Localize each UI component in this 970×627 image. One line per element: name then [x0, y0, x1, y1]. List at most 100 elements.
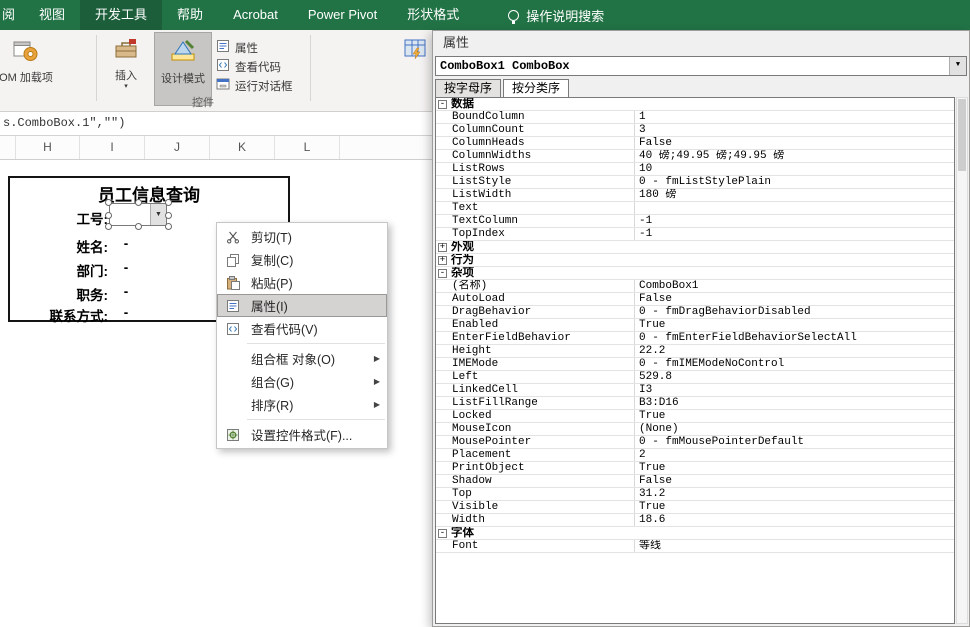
- property-row[interactable]: TopIndex -1: [436, 228, 954, 241]
- property-value[interactable]: [634, 202, 954, 214]
- expand-icon[interactable]: +: [438, 242, 447, 252]
- sheet-area[interactable]: 员工信息查询 工号: 姓名: - 部门: - 职务: - 联系方式: - ▼ 剪切(T) 复制(C…: [0, 160, 432, 627]
- property-row[interactable]: MouseIcon (None): [436, 423, 954, 436]
- context-menu-item[interactable]: 属性(I): [217, 294, 387, 317]
- property-row[interactable]: ListStyle 0 - fmListStylePlain: [436, 176, 954, 189]
- property-value[interactable]: 0 - fmIMEModeNoControl: [634, 358, 954, 370]
- ribbon-tab[interactable]: Power Pivot: [293, 0, 392, 30]
- property-row[interactable]: MousePointer 0 - fmMousePointerDefault: [436, 436, 954, 449]
- column-header[interactable]: K: [210, 136, 275, 159]
- property-value[interactable]: False: [634, 293, 954, 305]
- property-value[interactable]: True: [634, 410, 954, 422]
- collapse-icon[interactable]: -: [438, 268, 447, 278]
- property-value[interactable]: 0 - fmMousePointerDefault: [634, 436, 954, 448]
- property-value[interactable]: 31.2: [634, 488, 954, 500]
- property-value[interactable]: (None): [634, 423, 954, 435]
- property-row[interactable]: Locked True: [436, 410, 954, 423]
- property-row[interactable]: ColumnWidths 40 磅;49.95 磅;49.95 磅: [436, 150, 954, 163]
- combobox-control[interactable]: ▼: [105, 199, 172, 230]
- column-header[interactable]: H: [15, 136, 80, 159]
- property-row[interactable]: TextColumn -1: [436, 215, 954, 228]
- property-row[interactable]: Left 529.8: [436, 371, 954, 384]
- property-value[interactable]: -1: [634, 215, 954, 227]
- combobox-dropdown-button[interactable]: ▼: [150, 204, 166, 225]
- property-category-row[interactable]: - 字体: [436, 527, 954, 540]
- property-row[interactable]: ListWidth 180 磅: [436, 189, 954, 202]
- ribbon-tab[interactable]: 视图: [24, 0, 80, 30]
- property-category-row[interactable]: + 行为: [436, 254, 954, 267]
- property-value[interactable]: 3: [634, 124, 954, 136]
- context-menu-item[interactable]: 组合(G) ▶: [217, 370, 387, 393]
- property-row[interactable]: ColumnCount 3: [436, 124, 954, 137]
- property-value[interactable]: 0 - fmDragBehaviorDisabled: [634, 306, 954, 318]
- ribbon-tab[interactable]: Acrobat: [218, 0, 293, 30]
- ribbon-tab[interactable]: 阅: [0, 0, 24, 30]
- com-addins-button[interactable]: OM 加载项: [0, 32, 60, 106]
- property-row[interactable]: ListFillRange B3:D16: [436, 397, 954, 410]
- property-row[interactable]: Visible True: [436, 501, 954, 514]
- property-value[interactable]: True: [634, 319, 954, 331]
- tell-me-search[interactable]: 操作说明搜索: [508, 0, 604, 30]
- property-row[interactable]: Text: [436, 202, 954, 215]
- property-category-row[interactable]: - 杂项: [436, 267, 954, 280]
- property-row[interactable]: ColumnHeads False: [436, 137, 954, 150]
- property-value[interactable]: True: [634, 462, 954, 474]
- property-value[interactable]: I3: [634, 384, 954, 396]
- expand-icon[interactable]: +: [438, 255, 447, 265]
- context-menu-item[interactable]: 组合框 对象(O) ▶: [217, 347, 387, 370]
- property-row[interactable]: PrintObject True: [436, 462, 954, 475]
- property-row[interactable]: AutoLoad False: [436, 293, 954, 306]
- property-category-row[interactable]: + 外观: [436, 241, 954, 254]
- property-row[interactable]: DragBehavior 0 - fmDragBehaviorDisabled: [436, 306, 954, 319]
- property-row[interactable]: Shadow False: [436, 475, 954, 488]
- collapse-icon[interactable]: -: [438, 99, 447, 109]
- property-value[interactable]: True: [634, 501, 954, 513]
- column-header[interactable]: I: [80, 136, 145, 159]
- property-row[interactable]: EnterFieldBehavior 0 - fmEnterFieldBehavi…: [436, 332, 954, 345]
- context-menu-item[interactable]: 查看代码(V): [217, 317, 387, 340]
- column-header[interactable]: L: [275, 136, 340, 159]
- property-value[interactable]: False: [634, 475, 954, 487]
- scrollbar[interactable]: [956, 97, 968, 624]
- properties-tab[interactable]: 按字母序: [435, 79, 502, 98]
- view-code-button[interactable]: 查看代码: [216, 57, 293, 76]
- property-value[interactable]: 22.2: [634, 345, 954, 357]
- property-row[interactable]: IMEMode 0 - fmIMEModeNoControl: [436, 358, 954, 371]
- properties-tab[interactable]: 按分类序: [503, 79, 570, 98]
- property-value[interactable]: 40 磅;49.95 磅;49.95 磅: [634, 150, 954, 162]
- property-value[interactable]: 等线: [634, 540, 954, 552]
- property-row[interactable]: Top 31.2: [436, 488, 954, 501]
- run-dialog-button[interactable]: 运行对话框: [216, 76, 293, 95]
- column-header[interactable]: J: [145, 136, 210, 159]
- selection-handle[interactable]: [105, 212, 112, 219]
- collapse-icon[interactable]: -: [438, 528, 447, 538]
- context-menu-item[interactable]: 剪切(T): [217, 225, 387, 248]
- property-row[interactable]: Width 18.6: [436, 514, 954, 527]
- property-value[interactable]: 180 磅: [634, 189, 954, 201]
- selection-handle[interactable]: [165, 199, 172, 206]
- property-value[interactable]: 18.6: [634, 514, 954, 526]
- selection-handle[interactable]: [105, 199, 112, 206]
- property-value[interactable]: -1: [634, 228, 954, 240]
- context-menu-item[interactable]: 粘贴(P): [217, 271, 387, 294]
- scrollbar-thumb[interactable]: [958, 99, 966, 171]
- selection-handle[interactable]: [105, 223, 112, 230]
- property-value[interactable]: 0 - fmEnterFieldBehaviorSelectAll: [634, 332, 954, 344]
- property-value[interactable]: B3:D16: [634, 397, 954, 409]
- property-row[interactable]: ListRows 10: [436, 163, 954, 176]
- property-value[interactable]: 0 - fmListStylePlain: [634, 176, 954, 188]
- source-button[interactable]: [398, 32, 432, 106]
- property-category-row[interactable]: - 数据: [436, 98, 954, 111]
- property-row[interactable]: Placement 2: [436, 449, 954, 462]
- context-menu-item[interactable]: 排序(R) ▶: [217, 393, 387, 416]
- property-row[interactable]: LinkedCell I3: [436, 384, 954, 397]
- context-menu-item[interactable]: 设置控件格式(F)...: [217, 423, 387, 446]
- property-row[interactable]: Height 22.2: [436, 345, 954, 358]
- property-value[interactable]: 10: [634, 163, 954, 175]
- property-value[interactable]: False: [634, 137, 954, 149]
- context-menu-item[interactable]: 复制(C): [217, 248, 387, 271]
- ribbon-tab[interactable]: 开发工具: [80, 0, 163, 30]
- property-row[interactable]: Enabled True: [436, 319, 954, 332]
- selection-handle[interactable]: [165, 223, 172, 230]
- property-row[interactable]: (名称) ComboBox1: [436, 280, 954, 293]
